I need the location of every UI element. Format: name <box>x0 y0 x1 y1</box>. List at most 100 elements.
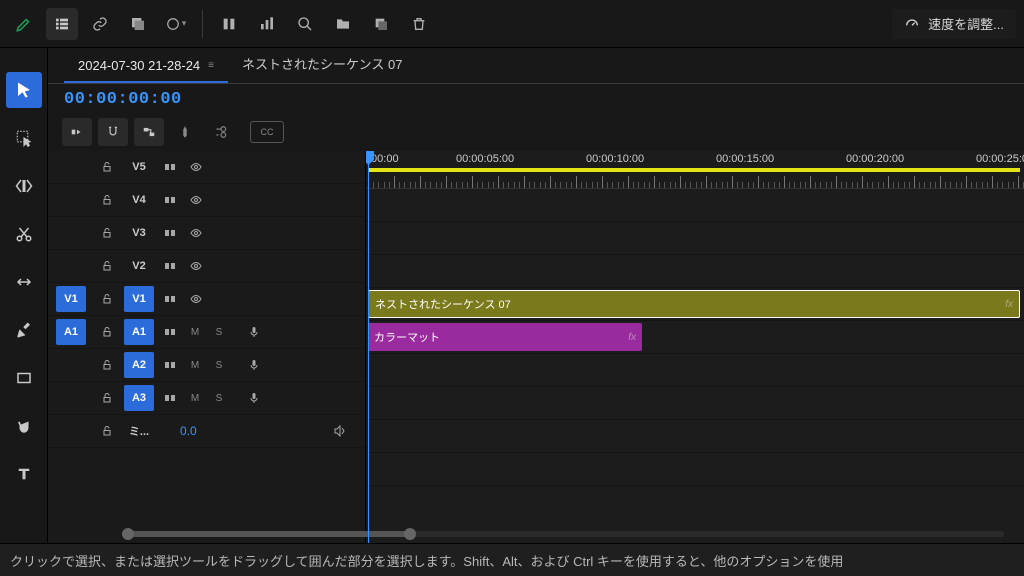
mix-value[interactable]: 0.0 <box>180 424 197 438</box>
sync-lock-icon[interactable] <box>160 157 180 177</box>
lock-icon[interactable] <box>96 421 118 441</box>
cc-button[interactable]: CC <box>250 121 284 143</box>
razor-tool[interactable] <box>6 216 42 252</box>
marker-add-button[interactable] <box>170 118 200 146</box>
sync-lock-icon[interactable] <box>160 223 180 243</box>
sequence-tab-2[interactable]: ネストされたシーケンス 07 <box>228 46 416 83</box>
lane-mix[interactable] <box>366 453 1024 486</box>
lock-icon[interactable] <box>96 289 118 309</box>
type-tool[interactable] <box>6 456 42 492</box>
sync-lock-icon[interactable] <box>160 190 180 210</box>
track-header-mix[interactable]: ミ... 0.0 <box>48 415 365 448</box>
src-patch-v1[interactable]: V1 <box>56 286 86 312</box>
eye-icon[interactable] <box>186 190 206 210</box>
properties-button[interactable] <box>213 8 245 40</box>
eye-icon[interactable] <box>186 157 206 177</box>
track-select-tool[interactable] <box>6 120 42 156</box>
track-label-v3[interactable]: V3 <box>124 220 154 246</box>
search-button[interactable] <box>289 8 321 40</box>
selection-tool[interactable] <box>6 72 42 108</box>
track-header-v3[interactable]: V3 <box>48 217 365 250</box>
levels-button[interactable] <box>251 8 283 40</box>
zoom-handle-left[interactable] <box>122 528 134 540</box>
pen-color-button[interactable] <box>8 8 40 40</box>
track-label-v1[interactable]: V1 <box>124 286 154 312</box>
stack-button[interactable] <box>122 8 154 40</box>
lock-icon[interactable] <box>96 157 118 177</box>
link-button[interactable] <box>84 8 116 40</box>
eye-icon[interactable] <box>186 223 206 243</box>
solo-button[interactable]: S <box>210 360 228 371</box>
scrollbar-thumb[interactable] <box>128 531 408 537</box>
mic-icon[interactable] <box>244 388 264 408</box>
lane-v1[interactable]: カラーマット fx <box>366 321 1024 354</box>
solo-button[interactable]: S <box>210 327 228 338</box>
lane-v5[interactable] <box>366 189 1024 222</box>
sync-lock-icon[interactable] <box>160 322 180 342</box>
lock-icon[interactable] <box>96 190 118 210</box>
clip-color-matte[interactable]: カラーマット fx <box>368 323 642 351</box>
speed-adjust-button[interactable]: 速度を調整... <box>892 9 1016 39</box>
zoom-handle-right[interactable] <box>404 528 416 540</box>
lane-a3[interactable] <box>366 420 1024 453</box>
track-label-v5[interactable]: V5 <box>124 154 154 180</box>
rectangle-tool[interactable] <box>6 360 42 396</box>
track-label-a3[interactable]: A3 <box>124 385 154 411</box>
lane-a2[interactable] <box>366 387 1024 420</box>
lane-v4[interactable] <box>366 222 1024 255</box>
current-timecode[interactable]: 00:00:00:00 <box>64 90 182 109</box>
lane-v3[interactable] <box>366 255 1024 288</box>
track-header-v4[interactable]: V4 <box>48 184 365 217</box>
horizontal-scrollbar[interactable] <box>128 529 1004 539</box>
pen-tool[interactable] <box>6 312 42 348</box>
solo-button[interactable]: S <box>210 393 228 404</box>
track-label-a2[interactable]: A2 <box>124 352 154 378</box>
src-patch-empty[interactable] <box>56 154 86 180</box>
track-header-a2[interactable]: A2 M S <box>48 349 365 382</box>
lock-icon[interactable] <box>96 322 118 342</box>
mic-icon[interactable] <box>244 322 264 342</box>
track-header-a1[interactable]: A1 A1 M S <box>48 316 365 349</box>
linked-selection-button[interactable] <box>134 118 164 146</box>
sync-lock-icon[interactable] <box>160 388 180 408</box>
eye-icon[interactable] <box>186 289 206 309</box>
track-header-v2[interactable]: V2 <box>48 250 365 283</box>
track-header-a3[interactable]: A3 M S <box>48 382 365 415</box>
trash-button[interactable] <box>403 8 435 40</box>
lock-icon[interactable] <box>96 388 118 408</box>
playhead[interactable] <box>368 151 369 543</box>
marker-button[interactable]: ▾ <box>160 8 192 40</box>
track-label-a1[interactable]: A1 <box>124 319 154 345</box>
folder-button[interactable] <box>327 8 359 40</box>
output-icon[interactable] <box>329 421 349 441</box>
list-view-button[interactable] <box>46 8 78 40</box>
insert-mode-button[interactable] <box>62 118 92 146</box>
src-patch-a1[interactable]: A1 <box>56 319 86 345</box>
tab-menu-icon[interactable]: ≡ <box>208 60 214 71</box>
lock-icon[interactable] <box>96 223 118 243</box>
sync-lock-icon[interactable] <box>160 289 180 309</box>
time-ruler[interactable]: :00:00 00:00:05:00 00:00:10:00 00:00:15:… <box>366 151 1024 189</box>
lane-v2[interactable]: ネストされたシーケンス 07 fx <box>366 288 1024 321</box>
new-item-button[interactable] <box>365 8 397 40</box>
sync-lock-icon[interactable] <box>160 355 180 375</box>
sync-lock-icon[interactable] <box>160 256 180 276</box>
eye-icon[interactable] <box>186 256 206 276</box>
snap-button[interactable] <box>98 118 128 146</box>
mute-button[interactable]: M <box>186 327 204 338</box>
sequence-tab-1[interactable]: 2024-07-30 21-28-24 ≡ <box>64 50 228 83</box>
lock-icon[interactable] <box>96 256 118 276</box>
slip-tool[interactable] <box>6 264 42 300</box>
settings-button[interactable] <box>206 118 236 146</box>
track-label-v4[interactable]: V4 <box>124 187 154 213</box>
track-header-v1[interactable]: V1 V1 <box>48 283 365 316</box>
lock-icon[interactable] <box>96 355 118 375</box>
clip-nested-sequence[interactable]: ネストされたシーケンス 07 fx <box>368 290 1020 318</box>
mute-button[interactable]: M <box>186 393 204 404</box>
track-label-v2[interactable]: V2 <box>124 253 154 279</box>
lane-a1[interactable] <box>366 354 1024 387</box>
mix-track-label[interactable]: ミ... <box>124 418 154 444</box>
mic-icon[interactable] <box>244 355 264 375</box>
timeline-content[interactable]: :00:00 00:00:05:00 00:00:10:00 00:00:15:… <box>366 151 1024 543</box>
mute-button[interactable]: M <box>186 360 204 371</box>
